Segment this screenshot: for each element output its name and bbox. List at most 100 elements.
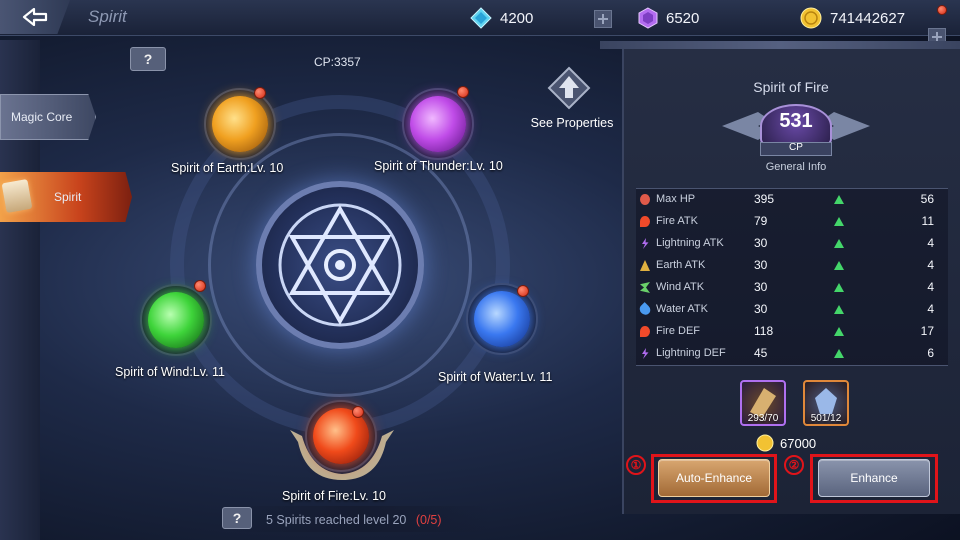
stat-increase: 6: [927, 346, 934, 360]
spell-book-icon: [1, 178, 33, 214]
stat-value: 395: [754, 192, 775, 206]
panel-title: Spirit of Fire: [753, 79, 829, 95]
achievement-help-button[interactable]: ?: [222, 507, 252, 529]
stat-row: Water ATK 30 4: [636, 299, 946, 321]
diamond-icon: [470, 7, 492, 29]
spirit-wind-label: Spirit of Wind:Lv. 11: [115, 365, 225, 379]
crystal-currency: 6520: [638, 6, 699, 30]
hexagram-emblem-icon: [278, 203, 402, 327]
gold-coin-icon: [800, 7, 822, 29]
red-dot: [352, 406, 364, 418]
stat-row: Fire ATK 79 11: [636, 211, 946, 233]
stat-row: Lightning ATK 30 4: [636, 233, 946, 255]
marker-1: ①: [626, 455, 646, 475]
gold-currency: 741442627: [800, 6, 905, 30]
stat-name: Lightning ATK: [656, 237, 724, 249]
diamond-currency: 4200: [470, 6, 533, 30]
achievement-label: 5 Spirits reached level 20: [266, 513, 407, 527]
stat-name: Fire ATK: [656, 215, 698, 227]
gold-count: 741442627: [830, 9, 906, 27]
earth-orb-icon: [212, 96, 268, 152]
general-info-label: General Info: [765, 161, 827, 173]
back-arrow-icon: [22, 8, 48, 26]
stat-name: Wind ATK: [656, 281, 705, 293]
spirit-thunder-label: Spirit of Thunder:Lv. 10: [374, 159, 503, 173]
add-diamond-button[interactable]: [594, 10, 612, 28]
increase-arrow-icon: [834, 327, 844, 336]
spirit-wind-slot[interactable]: [140, 284, 212, 356]
see-properties-button[interactable]: [545, 66, 593, 110]
stat-row: Lightning DEF 45 6: [636, 343, 946, 365]
increase-arrow-icon: [834, 195, 844, 204]
stat-name: Fire DEF: [656, 325, 700, 337]
help-button[interactable]: ?: [130, 47, 166, 71]
increase-arrow-icon: [834, 305, 844, 314]
increase-arrow-icon: [834, 283, 844, 292]
stat-value: 79: [754, 214, 768, 228]
stat-increase: 11: [921, 214, 934, 228]
spirit-earth-slot[interactable]: [204, 88, 276, 160]
stat-increase: 4: [927, 236, 934, 250]
stat-value: 30: [754, 302, 768, 316]
red-dot: [194, 280, 206, 292]
stat-increase: 4: [927, 280, 934, 294]
panel-top-trim: [600, 41, 960, 49]
stat-increase: 4: [927, 258, 934, 272]
stat-name: Lightning DEF: [656, 347, 726, 359]
material-count-1: 293/70: [747, 413, 779, 424]
increase-arrow-icon: [834, 349, 844, 358]
wind-orb-icon: [148, 292, 204, 348]
see-properties-label: See Properties: [530, 116, 614, 130]
stat-row: Fire DEF 118 17: [636, 321, 946, 343]
stat-row: Earth ATK 30 4: [636, 255, 946, 277]
heart-icon: [640, 194, 650, 205]
cost-value: 67000: [780, 435, 817, 451]
earth-icon: [640, 260, 650, 271]
spirit-water-label: Spirit of Water:Lv. 11: [438, 370, 553, 384]
auto-enhance-button[interactable]: Auto-Enhance: [658, 459, 770, 497]
stat-name: Water ATK: [656, 303, 708, 315]
notification-dot: [937, 5, 947, 15]
spirit-thunder-slot[interactable]: [402, 88, 474, 160]
spirit-fire-label: Spirit of Fire:Lv. 10: [282, 489, 386, 503]
stat-increase: 4: [927, 302, 934, 316]
cp-label: CP: [789, 142, 803, 153]
purple-crystal-icon: [638, 7, 658, 29]
central-emblem: [256, 181, 424, 349]
stat-name: Earth ATK: [656, 259, 706, 271]
stat-value: 118: [754, 324, 774, 338]
stat-name: Max HP: [656, 193, 696, 205]
material-count-2: 501/12: [810, 413, 842, 424]
spirit-cp-value: 531: [779, 110, 813, 132]
red-dot: [517, 285, 529, 297]
achievement-progress: (0/5): [415, 513, 442, 527]
increase-arrow-icon: [834, 261, 844, 270]
lightning-icon: [642, 238, 649, 249]
diamond-count: 4200: [500, 9, 534, 27]
stat-row: Wind ATK 30 4: [636, 277, 946, 299]
tab-magic-core[interactable]: Magic Core: [0, 94, 96, 140]
red-dot: [254, 87, 266, 99]
tab-label: Magic Core: [11, 110, 73, 124]
fire-icon: [640, 326, 650, 337]
thunder-orb-icon: [410, 96, 466, 152]
spirit-fire-slot[interactable]: [305, 400, 377, 472]
water-icon: [637, 302, 653, 317]
enhance-cost: 67000: [756, 434, 816, 452]
enhance-button[interactable]: Enhance: [818, 459, 930, 497]
total-cp: CP:3357: [314, 55, 361, 69]
crystal-count: 6520: [666, 9, 700, 27]
page-title: Spirit: [88, 7, 127, 26]
tab-label: Spirit: [54, 190, 82, 204]
up-arrow-icon: [547, 66, 591, 110]
increase-arrow-icon: [834, 239, 844, 248]
increase-arrow-icon: [834, 217, 844, 226]
stat-value: 30: [754, 280, 768, 294]
red-dot: [457, 86, 469, 98]
wind-icon: [640, 282, 650, 293]
marker-2: ②: [784, 455, 804, 475]
stat-row: Max HP 395 56: [636, 189, 946, 211]
spirit-earth-label: Spirit of Earth:Lv. 10: [171, 161, 284, 175]
stat-value: 30: [754, 236, 768, 250]
stat-increase: 17: [920, 324, 934, 338]
